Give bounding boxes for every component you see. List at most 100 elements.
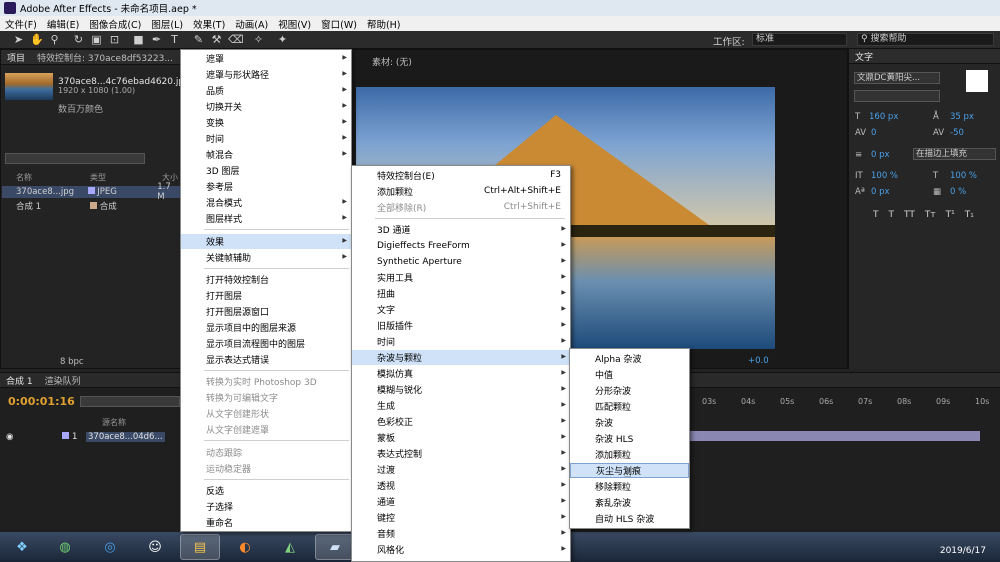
layer-duration-bar[interactable] — [690, 431, 980, 441]
project-item[interactable]: 合成 1 合成 — [2, 200, 180, 212]
all-caps-button[interactable]: TT — [904, 210, 915, 220]
menu-item[interactable]: 帧混合 ▶ — [181, 147, 351, 162]
vertical-scale-value[interactable]: 100 % — [871, 171, 898, 181]
stroke-width-value[interactable]: 0 px — [871, 150, 890, 160]
menu-item[interactable]: 变换 ▶ — [181, 115, 351, 130]
menu-item-noise-grain[interactable]: 杂波与颗粒 ▶ — [352, 350, 570, 365]
small-caps-button[interactable]: Tт — [925, 210, 936, 220]
menu-window[interactable]: 窗口(W) — [316, 17, 362, 31]
menu-item[interactable]: 杂波 — [570, 415, 689, 430]
menu-item[interactable]: 遮罩与形状路径 ▶ — [181, 67, 351, 82]
search-help-input[interactable]: ⚲ 搜索帮助 — [857, 33, 994, 46]
menu-help[interactable]: 帮助(H) — [362, 17, 406, 31]
menu-composition[interactable]: 图像合成(C) — [84, 17, 146, 31]
menu-item[interactable]: 品质 ▶ — [181, 83, 351, 98]
menu-item[interactable]: 音频 ▶ — [352, 526, 570, 541]
qq-icon[interactable]: ☺ — [135, 534, 175, 560]
baseline-shift-value[interactable]: 0 px — [871, 187, 890, 197]
menu-layer[interactable]: 图层(L) — [146, 17, 188, 31]
menu-item[interactable]: 紊乱杂波 — [570, 495, 689, 510]
menu-item[interactable]: 时间 ▶ — [181, 131, 351, 146]
menu-item[interactable]: 自动 HLS 杂波 — [570, 511, 689, 526]
menu-item[interactable]: 透视 ▶ — [352, 478, 570, 493]
menu-item[interactable]: 模拟仿真 ▶ — [352, 366, 570, 381]
menu-item[interactable]: Synthetic Aperture ▶ — [352, 254, 570, 269]
menu-item[interactable]: 子选择 — [181, 499, 351, 514]
menu-item[interactable]: 参考层 — [181, 179, 351, 194]
horizontal-scale-value[interactable]: 100 % — [950, 171, 977, 181]
pen-tool-icon[interactable]: ✒ — [150, 33, 163, 46]
menu-item-effects[interactable]: 效果 ▶ — [181, 234, 351, 249]
subscript-button[interactable]: T₁ — [965, 210, 974, 220]
menu-item[interactable]: 打开图层 — [181, 288, 351, 303]
pan-behind-tool-icon[interactable]: ⊡ — [108, 33, 121, 46]
kerning-value[interactable]: 0 — [871, 128, 876, 138]
col-type[interactable]: 类型 — [90, 172, 162, 184]
menu-item[interactable]: 添加颗粒 Ctrl+Alt+Shift+E — [352, 184, 570, 199]
menu-item[interactable]: 显示项目流程图中的图层 — [181, 336, 351, 351]
menu-item[interactable]: 分形杂波 — [570, 383, 689, 398]
menu-item[interactable]: 时间 ▶ — [352, 334, 570, 349]
menu-item[interactable]: 关键帧辅助 ▶ — [181, 250, 351, 265]
menu-item[interactable]: 色彩校正 ▶ — [352, 414, 570, 429]
menu-item[interactable]: 扭曲 ▶ — [352, 286, 570, 301]
tsume-value[interactable]: 0 % — [950, 187, 966, 197]
app-browser-icon[interactable]: ◎ — [90, 534, 130, 560]
clone-stamp-tool-icon[interactable]: ⚒ — [210, 33, 223, 46]
menu-item[interactable]: 表达式控制 ▶ — [352, 446, 570, 461]
project-item[interactable]: 370ace8...jpg JPEG 1.7 M — [2, 182, 180, 202]
workspace-select[interactable]: 标准 — [752, 33, 847, 46]
stroke-mode-select[interactable]: 在描边上填充 — [913, 148, 996, 160]
menu-item[interactable]: 键控 ▶ — [352, 510, 570, 525]
puppet-tool-icon[interactable]: ✦ — [276, 33, 289, 46]
timeline-search-input[interactable] — [80, 396, 180, 407]
superscript-button[interactable]: T¹ — [946, 210, 955, 220]
menu-item[interactable]: Digieffects FreeForm ▶ — [352, 238, 570, 253]
tracking-value[interactable]: -50 — [950, 128, 964, 138]
app-media-icon[interactable]: ◭ — [270, 534, 310, 560]
tab-composition[interactable]: 合成 1 — [0, 374, 39, 387]
menu-item[interactable]: 模糊与锐化 ▶ — [352, 382, 570, 397]
firefox-icon[interactable]: ◐ — [225, 534, 265, 560]
faux-bold-button[interactable]: T — [873, 210, 879, 220]
app-window-icon[interactable]: ▰ — [315, 534, 355, 560]
camera-tool-icon[interactable]: ▣ — [90, 33, 103, 46]
col-name[interactable]: 名称 — [2, 172, 90, 184]
font-family-select[interactable]: 文鼎DC黄阳尖... — [854, 72, 940, 84]
menu-item[interactable]: 3D 图层 — [181, 163, 351, 178]
tab-text[interactable]: 文字 — [849, 50, 879, 63]
menu-item[interactable]: 反选 — [181, 483, 351, 498]
menu-item[interactable]: 混合模式 ▶ — [181, 195, 351, 210]
fill-color-swatch[interactable] — [966, 70, 988, 92]
menu-item[interactable]: Alpha 杂波 — [570, 351, 689, 366]
rotate-tool-icon[interactable]: ↻ — [72, 33, 85, 46]
menu-item[interactable]: 风格化 ▶ — [352, 542, 570, 557]
tab-effect-controls[interactable]: 特效控制台: 370ace8df53223... — [31, 51, 179, 64]
menu-item[interactable]: 移除颗粒 — [570, 479, 689, 494]
font-size-value[interactable]: 160 px — [869, 112, 898, 122]
zoom-tool-icon[interactable]: ⚲ — [48, 33, 61, 46]
menu-item[interactable]: 文字 ▶ — [352, 302, 570, 317]
menu-view[interactable]: 视图(V) — [273, 17, 316, 31]
menu-item[interactable]: 添加颗粒 — [570, 447, 689, 462]
menu-item[interactable]: 过渡 ▶ — [352, 462, 570, 477]
menu-item[interactable]: 3D 通道 ▶ — [352, 222, 570, 237]
menu-item[interactable]: 实用工具 ▶ — [352, 270, 570, 285]
app-360-icon[interactable]: ◍ — [45, 534, 85, 560]
menu-animation[interactable]: 动画(A) — [230, 17, 273, 31]
menu-item[interactable]: 遮罩 ▶ — [181, 51, 351, 66]
text-tool-icon[interactable]: T — [168, 33, 181, 46]
menu-item[interactable]: 蒙板 ▶ — [352, 430, 570, 445]
brush-tool-icon[interactable]: ✎ — [192, 33, 205, 46]
menu-item[interactable]: 特效控制台(E) F3 — [352, 168, 570, 183]
timecode-display[interactable]: 0:00:01:16 — [8, 395, 75, 408]
menu-item[interactable]: 显示表达式错误 — [181, 352, 351, 367]
selection-tool-icon[interactable]: ➤ — [12, 33, 25, 46]
menu-item[interactable]: 打开图层源窗口 — [181, 304, 351, 319]
project-search-input[interactable] — [5, 153, 145, 164]
menu-item[interactable]: 杂波 HLS — [570, 431, 689, 446]
menu-item[interactable]: 重命名 — [181, 515, 351, 530]
menu-file[interactable]: 文件(F) — [0, 17, 42, 31]
menu-item[interactable]: 图层样式 ▶ — [181, 211, 351, 226]
menu-item[interactable]: 打开特效控制台 — [181, 272, 351, 287]
